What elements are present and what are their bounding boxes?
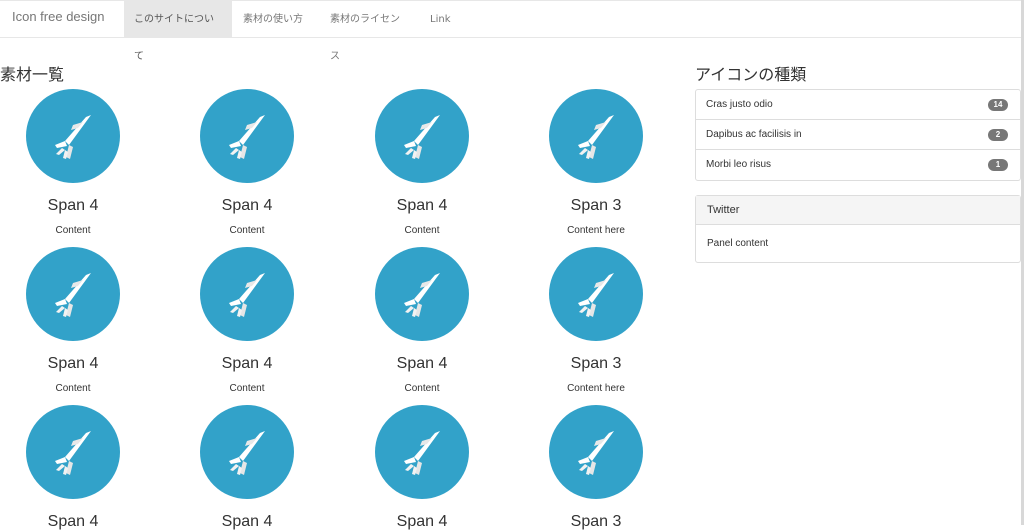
list-item[interactable]: Morbi leo risus 1	[696, 150, 1020, 180]
jet-plane-icon	[55, 273, 91, 317]
tile-title: Span 4	[221, 513, 273, 530]
count-badge: 2	[988, 129, 1008, 141]
icon-tile[interactable]	[549, 405, 643, 499]
list-item[interactable]: Dapibus ac facilisis in 2	[696, 120, 1020, 150]
brand-title[interactable]: Icon free design	[12, 9, 105, 24]
nav-item-usage[interactable]: 素材の使い方	[233, 1, 319, 38]
tile-content: Content	[229, 225, 265, 236]
jet-plane-icon	[229, 273, 265, 317]
list-item-label: Dapibus ac facilisis in	[706, 129, 802, 140]
jet-plane-icon	[578, 431, 614, 475]
jet-plane-icon	[55, 115, 91, 159]
jet-plane-icon	[578, 273, 614, 317]
panel-body: Panel content	[707, 238, 769, 249]
list-item[interactable]: Cras justo odio 14	[696, 90, 1020, 120]
nav-item-about[interactable]: このサイトについて	[124, 1, 232, 62]
tile-content: Content	[55, 383, 91, 394]
jet-plane-icon	[229, 115, 265, 159]
tile-title: Span 4	[47, 355, 99, 372]
sidebar-title: アイコンの種類	[695, 65, 807, 84]
icon-tile[interactable]	[26, 405, 120, 499]
panel-heading: Twitter	[696, 196, 1020, 225]
icon-tile[interactable]	[200, 405, 294, 499]
jet-plane-icon	[578, 115, 614, 159]
tile-title: Span 3	[570, 355, 622, 372]
icon-tile[interactable]	[375, 89, 469, 183]
tile-content: Content	[404, 225, 440, 236]
count-badge: 14	[988, 99, 1008, 111]
tile-title: Span 4	[396, 355, 448, 372]
icon-tile[interactable]	[200, 89, 294, 183]
tile-content: Content here	[567, 225, 625, 236]
tile-content: Content	[404, 383, 440, 394]
jet-plane-icon	[229, 431, 265, 475]
tile-content: Content here	[567, 383, 625, 394]
tile-title: Span 4	[47, 197, 99, 214]
icon-tile[interactable]	[375, 405, 469, 499]
icon-tile[interactable]	[200, 247, 294, 341]
icon-tile[interactable]	[549, 89, 643, 183]
tile-title: Span 4	[221, 355, 273, 372]
navbar: Icon free design このサイトについて 素材の使い方 素材のライセ…	[0, 0, 1024, 62]
jet-plane-icon	[404, 431, 440, 475]
tile-title: Span 3	[570, 513, 622, 530]
icon-type-list: Cras justo odio 14 Dapibus ac facilisis …	[695, 89, 1021, 181]
tile-title: Span 4	[396, 513, 448, 530]
tile-title: Span 3	[570, 197, 622, 214]
tile-content: Content	[55, 225, 91, 236]
list-item-label: Cras justo odio	[706, 99, 773, 110]
jet-plane-icon	[55, 431, 91, 475]
twitter-panel: Twitter Panel content	[695, 195, 1021, 263]
jet-plane-icon	[404, 115, 440, 159]
nav-item-license[interactable]: 素材のライセンス	[320, 1, 418, 62]
count-badge: 1	[988, 159, 1008, 171]
tile-title: Span 4	[47, 513, 99, 530]
tile-content: Content	[229, 383, 265, 394]
nav-item-link[interactable]: Link	[420, 1, 462, 38]
icon-tile[interactable]	[549, 247, 643, 341]
jet-plane-icon	[404, 273, 440, 317]
icon-tile[interactable]	[26, 89, 120, 183]
main-title: 素材一覧	[0, 65, 65, 84]
tile-title: Span 4	[396, 197, 448, 214]
tile-title: Span 4	[221, 197, 273, 214]
list-item-label: Morbi leo risus	[706, 159, 772, 170]
icon-tile[interactable]	[375, 247, 469, 341]
icon-tile[interactable]	[26, 247, 120, 341]
